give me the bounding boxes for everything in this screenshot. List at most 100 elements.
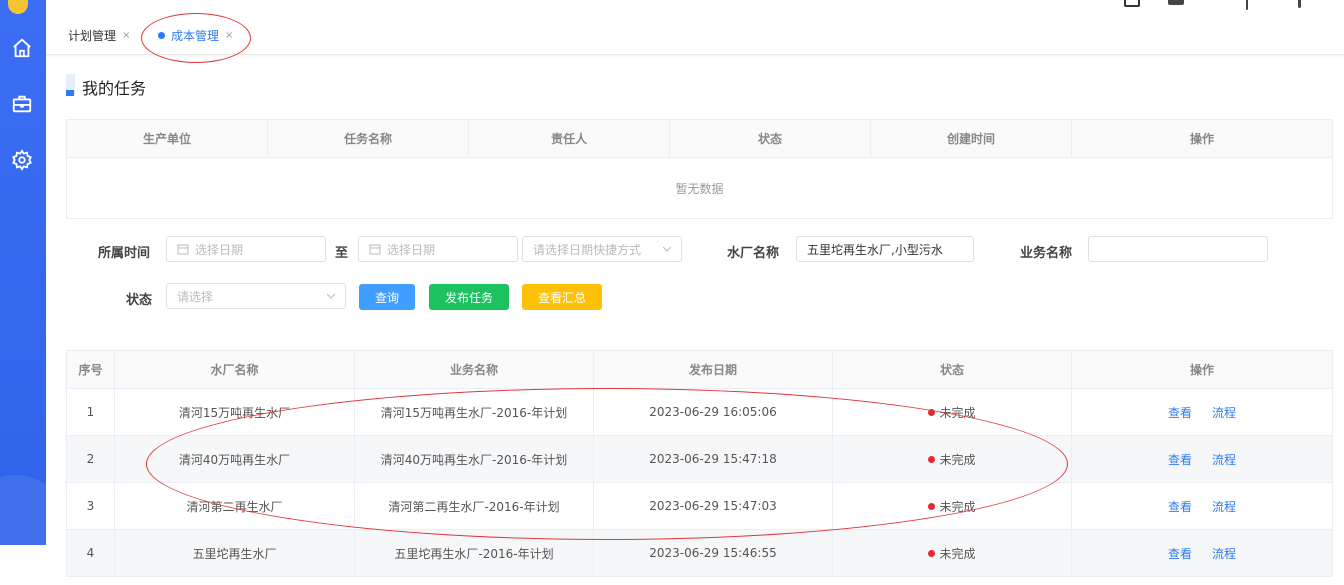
column-header: 创建时间	[870, 119, 1072, 158]
table-row: 4 五里坨再生水厂 五里坨再生水厂-2016-年计划 2023-06-29 15…	[66, 529, 1333, 577]
status-cell: 未完成	[832, 435, 1072, 483]
status-text: 未完成	[939, 452, 976, 467]
shortcut-placeholder: 请选择日期快捷方式	[533, 242, 642, 257]
column-header: 发布日期	[593, 350, 833, 389]
tab-bar: 计划管理 × 成本管理 ×	[46, 18, 1344, 55]
row-number: 1	[66, 388, 115, 436]
time-label: 所属时间	[98, 246, 151, 261]
plant-table: 序号 水厂名称 业务名称 发布日期 状态 操作 1 清河15万吨再生水厂 清河1…	[66, 350, 1333, 577]
business-cell: 清河15万吨再生水厂-2016-年计划	[354, 388, 594, 436]
plant-cell: 清河40万吨再生水厂	[114, 435, 355, 483]
business-cell: 五里坨再生水厂-2016-年计划	[354, 529, 594, 577]
actions-cell: 查看 流程	[1071, 435, 1333, 483]
view-link[interactable]: 查看	[1168, 500, 1192, 514]
to-label: 至	[335, 246, 349, 261]
plant-label: 水厂名称	[727, 246, 780, 261]
column-header: 业务名称	[354, 350, 594, 389]
row-number: 2	[66, 435, 115, 483]
logo	[8, 0, 28, 14]
date-cell: 2023-06-29 15:47:18	[593, 435, 833, 483]
date-cell: 2023-06-29 15:46:55	[593, 529, 833, 577]
column-header: 水厂名称	[114, 350, 355, 389]
plant-input[interactable]: 五里坨再生水厂,小型污水	[796, 236, 974, 262]
close-icon[interactable]: ×	[122, 30, 130, 41]
date-from-placeholder: 选择日期	[195, 242, 244, 257]
table-row: 2 清河40万吨再生水厂 清河40万吨再生水厂-2016-年计划 2023-06…	[66, 435, 1333, 483]
flow-link[interactable]: 流程	[1212, 500, 1236, 514]
section-marker	[66, 74, 75, 96]
actions-cell: 查看 流程	[1071, 388, 1333, 436]
actions-cell: 查看 流程	[1071, 482, 1333, 530]
status-text: 未完成	[939, 499, 976, 514]
business-cell: 清河40万吨再生水厂-2016-年计划	[354, 435, 594, 483]
chevron-down-icon	[663, 246, 671, 252]
row-number: 3	[66, 482, 115, 530]
date-from-input[interactable]: 选择日期	[166, 236, 326, 262]
sidebar	[0, 0, 70, 585]
status-dot-icon	[928, 502, 936, 510]
close-icon[interactable]: ×	[225, 30, 233, 41]
query-button[interactable]: 查询	[359, 284, 415, 310]
avatar[interactable]	[1168, 0, 1184, 5]
date-to-placeholder: 选择日期	[387, 242, 436, 257]
status-placeholder: 请选择	[177, 289, 214, 304]
chevron-down-icon	[327, 293, 335, 299]
tab-plan-management[interactable]: 计划管理 ×	[68, 27, 130, 44]
tab-cost-management[interactable]: 成本管理 ×	[158, 27, 233, 44]
briefcase-icon[interactable]	[11, 93, 33, 115]
status-dot-icon	[928, 408, 936, 416]
column-header: 责任人	[468, 119, 670, 158]
tab-label: 成本管理	[171, 29, 220, 43]
status-cell: 未完成	[832, 529, 1072, 577]
home-icon[interactable]	[11, 37, 33, 59]
view-link[interactable]: 查看	[1168, 453, 1192, 467]
table-row: 1 清河15万吨再生水厂 清河15万吨再生水厂-2016-年计划 2023-06…	[66, 388, 1333, 436]
tab-label: 计划管理	[68, 29, 117, 43]
status-dot-icon	[928, 549, 936, 557]
calendar-icon	[177, 244, 189, 255]
gear-icon[interactable]	[11, 149, 33, 171]
view-link[interactable]: 查看	[1168, 547, 1192, 561]
fullscreen-icon[interactable]	[1124, 0, 1140, 7]
status-dot-icon	[928, 455, 936, 463]
date-cell: 2023-06-29 15:47:03	[593, 482, 833, 530]
empty-message: 暂无数据	[66, 157, 1333, 219]
task-table: 生产单位 任务名称 责任人 状态 创建时间 操作 暂无数据	[66, 119, 1333, 219]
row-number: 4	[66, 529, 115, 577]
status-text: 未完成	[939, 546, 976, 561]
column-header: 任务名称	[267, 119, 469, 158]
view-summary-button[interactable]: 查看汇总	[522, 284, 602, 310]
status-label: 状态	[126, 293, 153, 308]
calendar-icon	[369, 244, 381, 255]
column-header: 序号	[66, 350, 115, 389]
column-header: 状态	[669, 119, 871, 158]
section-title: 我的任务	[82, 79, 147, 98]
table-row: 3 清河第二再生水厂 清河第二再生水厂-2016-年计划 2023-06-29 …	[66, 482, 1333, 530]
flow-link[interactable]: 流程	[1212, 453, 1236, 467]
status-cell: 未完成	[832, 388, 1072, 436]
view-link[interactable]: 查看	[1168, 406, 1192, 420]
plant-value: 五里坨再生水厂,小型污水	[807, 242, 943, 257]
status-cell: 未完成	[832, 482, 1072, 530]
date-to-input[interactable]: 选择日期	[358, 236, 518, 262]
date-shortcut-select[interactable]: 请选择日期快捷方式	[522, 236, 682, 262]
business-input[interactable]	[1088, 236, 1268, 262]
plant-cell: 清河第二再生水厂	[114, 482, 355, 530]
flow-link[interactable]: 流程	[1212, 406, 1236, 420]
status-select[interactable]: 请选择	[166, 283, 346, 309]
column-header: 状态	[832, 350, 1072, 389]
plant-cell: 五里坨再生水厂	[114, 529, 355, 577]
header-separator	[1298, 0, 1301, 8]
column-header: 操作	[1071, 119, 1333, 158]
business-label: 业务名称	[1020, 246, 1073, 261]
actions-cell: 查看 流程	[1071, 529, 1333, 577]
column-header: 操作	[1071, 350, 1333, 389]
column-header: 生产单位	[66, 119, 268, 158]
plant-cell: 清河15万吨再生水厂	[114, 388, 355, 436]
status-text: 未完成	[939, 405, 976, 420]
flow-link[interactable]: 流程	[1212, 547, 1236, 561]
header-separator	[1246, 0, 1248, 10]
sidebar-decoration	[0, 475, 70, 585]
publish-task-button[interactable]: 发布任务	[429, 284, 509, 310]
date-cell: 2023-06-29 16:05:06	[593, 388, 833, 436]
